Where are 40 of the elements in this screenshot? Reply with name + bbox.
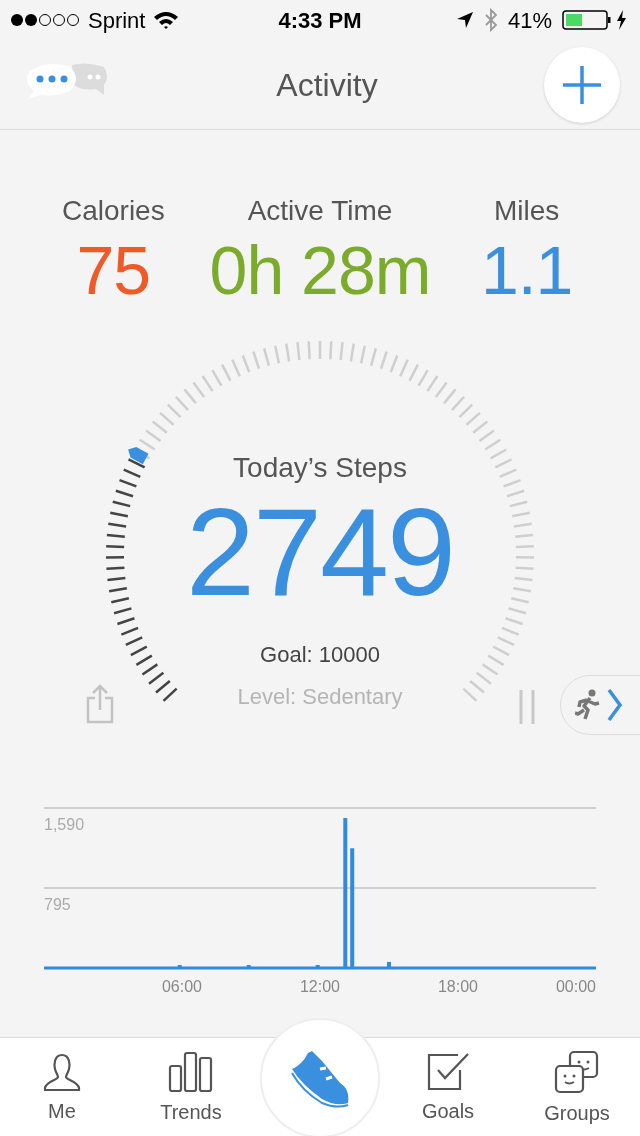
chart-bar — [246, 965, 251, 968]
carrier-name: Sprint — [88, 6, 146, 35]
plus-icon — [562, 64, 602, 105]
chart-bar — [177, 965, 182, 968]
stat-value: 75 — [76, 231, 151, 310]
stat-label: Active Time — [247, 194, 393, 228]
step-count: 2749 — [186, 490, 454, 614]
status-time: 4:33 PM — [278, 6, 362, 35]
tab-item[interactable]: Goals — [382, 1037, 514, 1136]
gauge-title: Today’s Steps — [233, 451, 407, 485]
x-axis-label: 12:00 — [300, 978, 340, 995]
x-axis-label: 18:00 — [438, 978, 478, 995]
stat-label: Miles — [494, 194, 560, 228]
signal-strength-icon — [10, 12, 80, 28]
goal-label: Goal: 10000 — [260, 641, 380, 669]
chevron-right-icon — [607, 688, 623, 722]
battery-percentage: 41% — [507, 6, 552, 35]
checkbox-icon — [426, 1051, 470, 1092]
person-icon — [42, 1051, 82, 1092]
x-axis-label: 00:00 — [555, 978, 596, 995]
y-axis-label: 1,590 — [44, 816, 85, 833]
tab-item[interactable]: Trends — [124, 1037, 258, 1136]
smiley-faces-icon — [554, 1049, 600, 1094]
chart-bar — [387, 961, 391, 968]
stat-label: Calories — [61, 194, 165, 228]
running-person-icon — [575, 689, 601, 721]
screen-title: Activity — [276, 65, 378, 105]
y-axis-label: 795 — [44, 896, 71, 913]
wifi-icon — [153, 10, 180, 30]
bar-chart-icon — [168, 1050, 214, 1093]
tab-item[interactable]: Me — [0, 1037, 124, 1136]
location-arrow-icon — [455, 11, 474, 29]
stat-value: 1.1 — [480, 231, 573, 310]
bluetooth-icon — [483, 8, 498, 32]
activity-mode-button[interactable] — [560, 675, 640, 735]
chart-bar — [315, 965, 320, 968]
x-axis-label: 06:00 — [162, 978, 202, 995]
activity-level: Level: Sedentary — [237, 683, 403, 711]
tab-item[interactable]: Groups — [514, 1037, 640, 1136]
stat-value: 0h 28m — [209, 231, 431, 310]
